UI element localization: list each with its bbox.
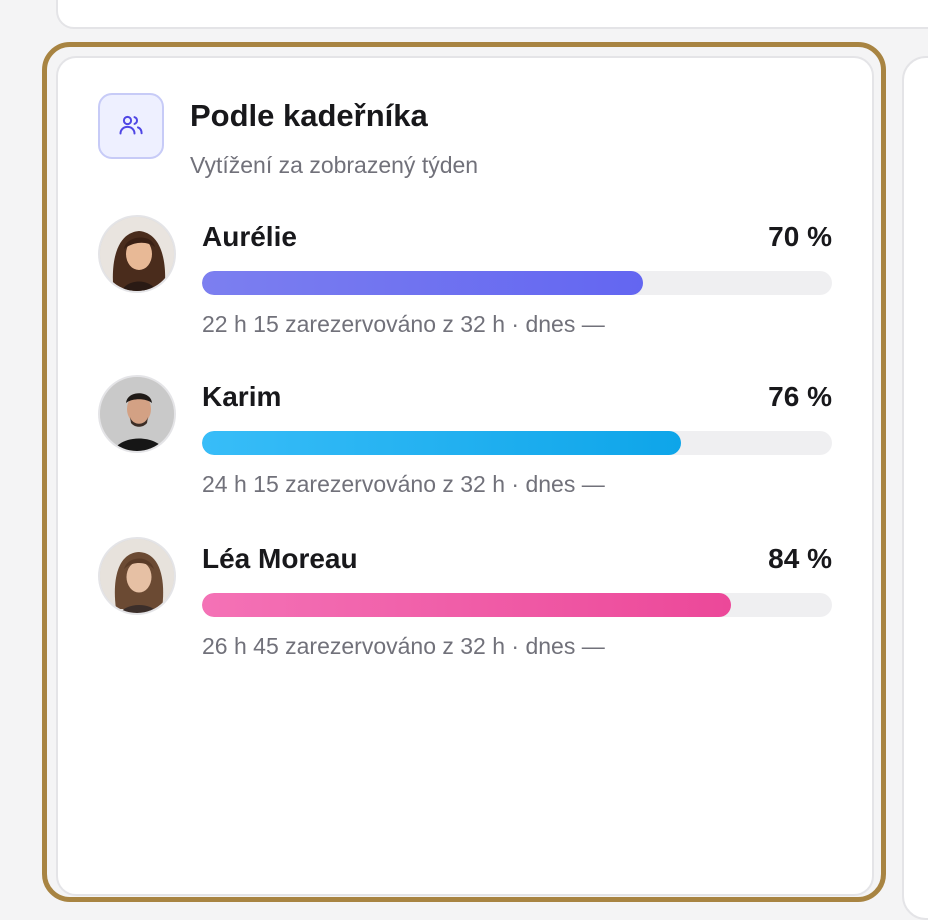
next-card	[902, 56, 928, 920]
utilization-bar	[202, 593, 832, 617]
utilization-bar-fill	[202, 593, 732, 617]
avatar	[98, 215, 176, 293]
utilization-bar	[202, 431, 832, 455]
stylist-row[interactable]: Aurélie 70 % 22 h 15 zarezervováno z 32 …	[98, 215, 832, 345]
utilization-bar	[202, 271, 832, 295]
stylist-name: Léa Moreau	[202, 543, 358, 574]
avatar	[98, 375, 176, 453]
utilization-percent: 84 %	[768, 543, 832, 574]
booking-summary: 24 h 15 zarezervováno z 32 h · dnes —	[202, 471, 605, 497]
booking-summary: 26 h 45 zarezervováno z 32 h · dnes —	[202, 633, 605, 659]
avatar	[98, 537, 176, 615]
stylist-row[interactable]: Léa Moreau 84 % 26 h 45 zarezervováno z …	[98, 537, 832, 667]
utilization-bar-fill	[202, 271, 643, 295]
booking-summary: 22 h 15 zarezervováno z 32 h · dnes —	[202, 311, 605, 337]
previous-card	[56, 0, 928, 29]
stylist-name: Aurélie	[202, 221, 297, 252]
utilization-bar-fill	[202, 431, 681, 455]
card-title: Podle kadeřníka	[190, 98, 428, 133]
card-subtitle: Vytížení za zobrazený týden	[190, 152, 479, 178]
stylist-name: Karim	[202, 381, 282, 412]
users-icon	[98, 93, 164, 159]
utilization-percent: 76 %	[768, 381, 832, 412]
stylist-row[interactable]: Karim 76 % 24 h 15 zarezervováno z 32 h …	[98, 375, 832, 505]
utilization-percent: 70 %	[768, 221, 832, 252]
